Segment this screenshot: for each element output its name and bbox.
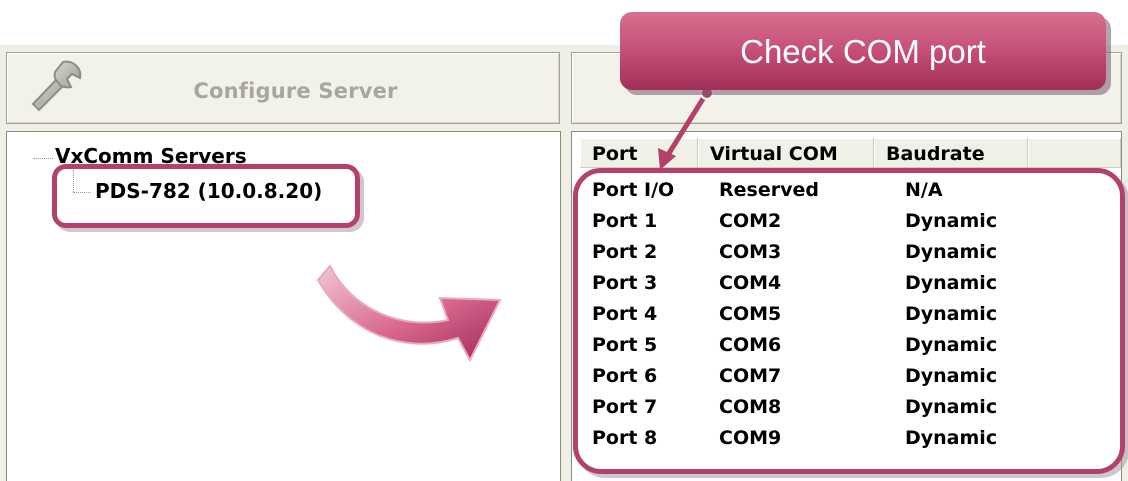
column-header-baudrate[interactable]: Baudrate xyxy=(874,138,1028,168)
ports-highlight-box xyxy=(573,168,1125,474)
check-com-port-callout: Check COM port xyxy=(620,12,1106,90)
column-header-virtual-com[interactable]: Virtual COM xyxy=(698,138,874,168)
tree-connector xyxy=(33,158,53,159)
configure-server-label: Configure Server xyxy=(193,79,398,103)
column-header-port[interactable]: Port xyxy=(580,138,698,168)
column-header-filler xyxy=(1028,138,1121,168)
server-highlight-box xyxy=(52,164,360,228)
configure-server-button[interactable]: Configure Server xyxy=(6,52,560,124)
